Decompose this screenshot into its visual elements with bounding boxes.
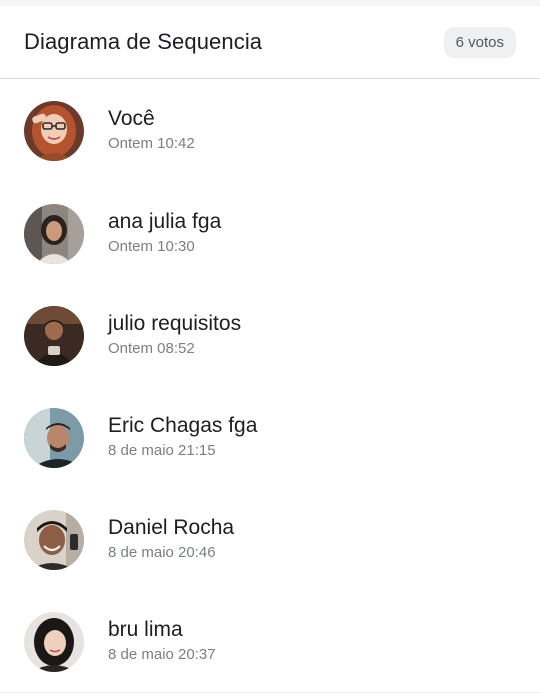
vote-timestamp: 8 de maio 21:15 xyxy=(108,442,216,459)
voter-name: bru lima xyxy=(108,618,183,641)
vote-timestamp: 8 de maio 20:46 xyxy=(108,544,216,561)
vote-timestamp: Ontem 10:30 xyxy=(108,238,195,255)
voter-name: julio requisitos xyxy=(108,312,242,335)
votes-count-badge: 6 votos xyxy=(443,26,516,58)
voter-row[interactable]: julio requisitos Ontem 08:52 xyxy=(0,285,540,387)
voters-list: Você Ontem 10:42 ana julia fga Ontem 10:… xyxy=(0,79,540,693)
avatar xyxy=(24,510,84,570)
voter-row[interactable]: bru lima 8 de maio 20:37 xyxy=(0,591,540,693)
avatar xyxy=(24,204,84,264)
voter-name: Eric Chagas fga xyxy=(108,414,258,437)
poll-header: Diagrama de Sequencia 6 votos xyxy=(0,6,540,79)
vote-timestamp: Ontem 08:52 xyxy=(108,340,195,357)
list-bottom-divider xyxy=(0,692,540,693)
vote-timestamp: Ontem 10:42 xyxy=(108,135,195,152)
avatar xyxy=(24,612,84,672)
poll-option-title: Diagrama de Sequencia xyxy=(24,29,263,54)
avatar xyxy=(24,101,84,161)
voter-row[interactable]: Daniel Rocha 8 de maio 20:46 xyxy=(0,489,540,591)
voter-name: ana julia fga xyxy=(108,210,222,233)
voter-name: Você xyxy=(108,107,155,130)
voter-name: Daniel Rocha xyxy=(108,516,235,539)
vote-timestamp: 8 de maio 20:37 xyxy=(108,646,216,663)
voter-row[interactable]: Você Ontem 10:42 xyxy=(0,79,540,183)
avatar xyxy=(24,408,84,468)
avatar xyxy=(24,306,84,366)
voter-row[interactable]: ana julia fga Ontem 10:30 xyxy=(0,183,540,285)
voter-row[interactable]: Eric Chagas fga 8 de maio 21:15 xyxy=(0,387,540,489)
